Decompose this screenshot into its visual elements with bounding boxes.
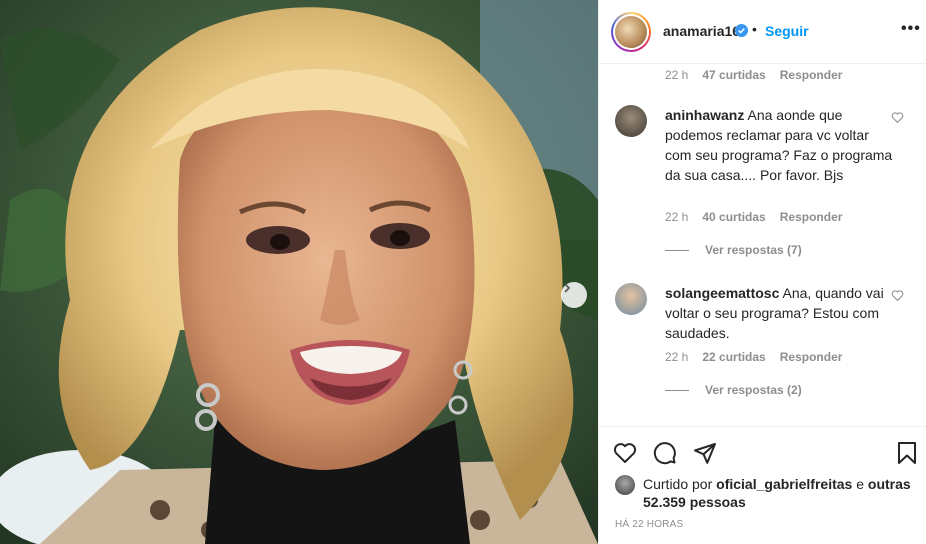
likes-summary: Curtido por oficial_gabrielfreitas e out… (615, 475, 915, 511)
view-replies-button[interactable]: Ver respostas (7) (665, 243, 802, 257)
comment-time: 22 h (665, 68, 689, 82)
comment-like-icon[interactable] (891, 289, 904, 302)
commenter-avatar[interactable] (615, 105, 647, 137)
share-icon[interactable] (693, 441, 717, 465)
comment-likes[interactable]: 22 curtidas (702, 350, 765, 364)
heart-icon[interactable] (613, 441, 637, 465)
likes-text: Curtido por oficial_gabrielfreitas e out… (643, 475, 913, 511)
post-timestamp[interactable]: HÁ 22 HORAS (615, 519, 683, 530)
photo-illustration (0, 0, 598, 544)
header-separator: • (752, 21, 757, 37)
chevron-right-icon (564, 283, 571, 293)
comments-list[interactable]: 22 h 47 curtidas Responder aninhawanz An… (599, 65, 926, 425)
liker-username[interactable]: oficial_gabrielfreitas (716, 476, 852, 492)
comment-likes[interactable]: 40 curtidas (702, 210, 765, 224)
likes-conj: e (856, 476, 865, 492)
likes-prefix: Curtido por (643, 476, 713, 492)
author-avatar[interactable] (611, 12, 651, 52)
comment-author[interactable]: solangeemattosc (665, 285, 779, 301)
comment-meta: 22 h 40 curtidas Responder (665, 210, 842, 224)
comment-like-icon[interactable] (891, 111, 904, 124)
comment-reply-button[interactable]: Responder (780, 350, 843, 364)
more-options-button[interactable]: ••• (901, 20, 921, 38)
comment-meta: 22 h 47 curtidas Responder (665, 68, 842, 82)
comment-body: aninhawanz Ana aonde que podemos reclama… (665, 105, 893, 185)
bookmark-icon[interactable] (895, 441, 919, 465)
comment-reply-button[interactable]: Responder (780, 210, 843, 224)
post-modal: anamaria16 • Seguir ••• 22 h 47 curtidas… (0, 0, 926, 544)
comment-time: 22 h (665, 210, 689, 224)
follow-button[interactable]: Seguir (765, 23, 809, 39)
view-replies-label: Ver respostas (7) (705, 243, 802, 257)
verified-icon (735, 24, 748, 37)
comment-time: 22 h (665, 350, 689, 364)
post-actions: Curtido por oficial_gabrielfreitas e out… (599, 426, 926, 544)
post-header: anamaria16 • Seguir ••• (599, 0, 926, 64)
post-photo (0, 0, 598, 544)
view-replies-label: Ver respostas (2) (705, 383, 802, 397)
commenter-avatar[interactable] (615, 283, 647, 315)
comment-icon[interactable] (653, 441, 677, 465)
comment-body: solangeemattosc Ana, quando vai voltar o… (665, 283, 893, 343)
author-username[interactable]: anamaria16 (663, 23, 740, 39)
liker-avatar[interactable] (615, 475, 635, 495)
next-photo-button[interactable] (561, 282, 587, 308)
comment-author[interactable]: aninhawanz (665, 107, 744, 123)
view-replies-button[interactable]: Ver respostas (2) (665, 383, 802, 397)
post-side-panel: anamaria16 • Seguir ••• 22 h 47 curtidas… (598, 0, 926, 544)
comment-meta: 22 h 22 curtidas Responder (665, 350, 842, 364)
comment-reply-button[interactable]: Responder (780, 68, 843, 82)
comment-likes[interactable]: 47 curtidas (702, 68, 765, 82)
